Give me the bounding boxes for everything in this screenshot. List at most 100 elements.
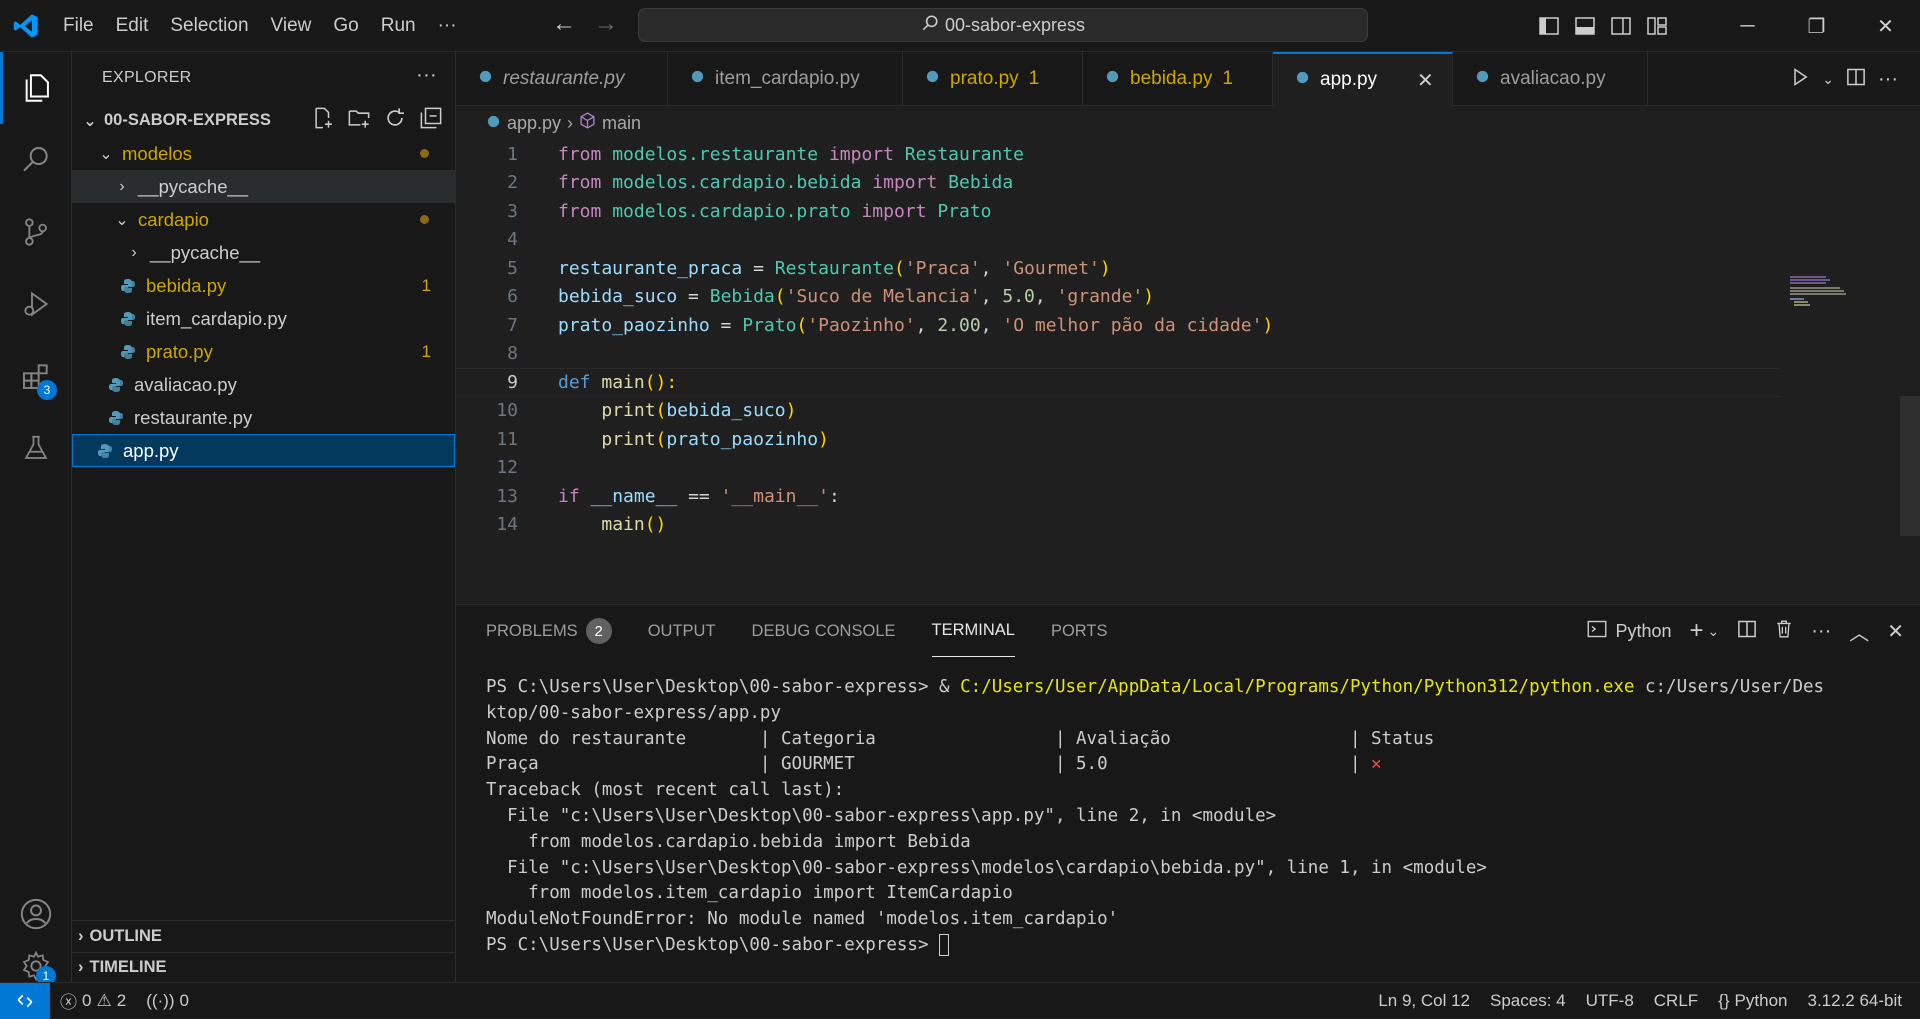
tab-restaurante[interactable]: restaurante.py	[456, 52, 668, 106]
more-actions-icon[interactable]: ···	[1811, 620, 1831, 643]
close-panel-icon[interactable]: ✕	[1887, 619, 1904, 644]
tab-output[interactable]: OUTPUT	[648, 605, 716, 657]
menu-more[interactable]: ···	[427, 0, 468, 51]
close-window-icon[interactable]: ✕	[1851, 0, 1920, 52]
terminal-shell-selector[interactable]: Python	[1587, 619, 1672, 644]
end-of-line[interactable]: CRLF	[1644, 991, 1708, 1011]
language-mode[interactable]: {} Python	[1708, 991, 1797, 1011]
problems-status[interactable]: ⓧ 0 ⚠ 2	[50, 988, 136, 1013]
terminal-prompt: PS C:\Users\User\Desktop\00-sabor-expres…	[486, 934, 940, 955]
testing-icon[interactable]	[0, 412, 72, 484]
back-arrow-icon[interactable]: ←	[552, 10, 576, 38]
tab-problems[interactable]: PROBLEMS 2	[486, 605, 612, 657]
python-interpreter[interactable]: 3.12.2 64-bit	[1797, 991, 1912, 1011]
timeline-section[interactable]: › TIMELINE	[72, 952, 455, 982]
toggle-secondary-sidebar-icon[interactable]	[1605, 0, 1637, 52]
tree-file-app[interactable]: app.py	[72, 434, 455, 467]
breadcrumb-file[interactable]: app.py	[507, 113, 561, 134]
tree-file-avaliacao[interactable]: avaliacao.py	[72, 368, 455, 401]
chevron-down-icon: ⌄	[83, 112, 97, 130]
tree-folder-pycache[interactable]: › __pycache__	[72, 170, 455, 203]
tree-folder-modelos[interactable]: ⌄ modelos	[72, 137, 455, 170]
breadcrumb-symbol[interactable]: main	[602, 113, 641, 134]
tree-file-bebida[interactable]: bebida.py 1	[72, 269, 455, 302]
line-number: 7	[507, 314, 518, 336]
tree-file-item-cardapio[interactable]: item_cardapio.py	[72, 302, 455, 335]
chevron-down-icon[interactable]: ⌄	[1708, 623, 1720, 640]
run-file-icon[interactable]	[1790, 67, 1810, 92]
toggle-primary-sidebar-icon[interactable]	[1533, 0, 1565, 52]
tab-avaliacao[interactable]: avaliacao.py	[1453, 52, 1648, 106]
paren: ()	[644, 514, 667, 536]
tree-label: item_cardapio.py	[146, 307, 287, 329]
python-file-icon	[486, 113, 501, 134]
trash-icon[interactable]	[1775, 619, 1793, 644]
new-file-icon[interactable]	[312, 107, 334, 134]
forward-arrow-icon[interactable]: →	[594, 10, 618, 38]
menu-edit[interactable]: Edit	[105, 0, 160, 51]
ports-status[interactable]: ((·)) 0	[136, 991, 199, 1011]
tree-folder-pycache-cardapio[interactable]: › __pycache__	[72, 236, 455, 269]
tree-file-restaurante[interactable]: restaurante.py	[72, 401, 455, 434]
tree-folder-cardapio[interactable]: ⌄ cardapio	[72, 203, 455, 236]
restore-window-icon[interactable]: ❐	[1782, 0, 1851, 52]
workspace-root[interactable]: ⌄ 00-SABOR-EXPRESS	[72, 104, 455, 137]
manage-gear-icon[interactable]: 1	[0, 950, 72, 986]
minimap[interactable]	[1790, 276, 1860, 306]
terminal-output[interactable]: PS C:\Users\User\Desktop\00-sabor-expres…	[486, 675, 1906, 959]
terminal-exe-path: C:/Users/User/AppData/Local/Programs/Pyt…	[960, 677, 1635, 697]
symbol-method-icon	[579, 112, 596, 134]
more-actions-icon[interactable]: ···	[1878, 68, 1898, 91]
menu-view[interactable]: View	[260, 0, 323, 51]
collapse-all-icon[interactable]	[420, 107, 442, 134]
tab-debug-console[interactable]: DEBUG CONSOLE	[752, 605, 896, 657]
shell-label: Python	[1615, 620, 1672, 641]
search-view-icon[interactable]	[0, 124, 72, 196]
outline-section[interactable]: › OUTLINE	[72, 920, 455, 952]
encoding[interactable]: UTF-8	[1576, 991, 1644, 1011]
paren: )	[1262, 314, 1274, 336]
run-dropdown-chevron-icon[interactable]: ⌄	[1822, 71, 1834, 88]
line-number: 8	[507, 343, 518, 365]
tree-label: __pycache__	[150, 241, 261, 263]
tab-ports[interactable]: PORTS	[1051, 605, 1108, 657]
tree-label: avaliacao.py	[134, 373, 237, 395]
python-file-icon	[108, 410, 130, 426]
run-and-debug-icon[interactable]	[0, 268, 72, 340]
menu-go[interactable]: Go	[322, 0, 369, 51]
split-terminal-icon[interactable]	[1737, 619, 1757, 644]
explorer-icon[interactable]	[0, 52, 72, 124]
menu-selection[interactable]: Selection	[159, 0, 259, 51]
tree-label: prato.py	[146, 340, 213, 362]
source-control-icon[interactable]	[0, 196, 72, 268]
minimize-window-icon[interactable]: ─	[1713, 0, 1782, 52]
refresh-icon[interactable]	[384, 107, 406, 134]
tab-app[interactable]: app.py ✕	[1273, 52, 1453, 106]
indentation[interactable]: Spaces: 4	[1480, 991, 1576, 1011]
close-tab-icon[interactable]: ✕	[1417, 68, 1434, 93]
cursor-position[interactable]: Ln 9, Col 12	[1368, 991, 1480, 1011]
tab-bebida[interactable]: bebida.py 1	[1083, 52, 1273, 106]
tab-label: DEBUG CONSOLE	[751, 621, 896, 640]
split-editor-icon[interactable]	[1846, 67, 1866, 92]
menu-run[interactable]: Run	[370, 0, 427, 51]
tab-problem-count: 1	[1222, 68, 1233, 89]
explorer-more-icon[interactable]: ···	[416, 64, 437, 87]
new-folder-icon[interactable]	[348, 107, 370, 134]
extensions-icon[interactable]: 3	[0, 340, 72, 412]
command-center-search[interactable]: 00-sabor-express	[638, 8, 1368, 42]
tab-terminal[interactable]: TERMINAL	[931, 605, 1015, 657]
tab-item-cardapio[interactable]: item_cardapio.py	[668, 52, 903, 106]
code-editor[interactable]: 1 from modelos.restaurante import Restau…	[456, 140, 1920, 604]
tree-file-prato[interactable]: prato.py 1	[72, 335, 455, 368]
editor-scrollbar[interactable]	[1900, 396, 1920, 536]
remote-indicator-icon[interactable]	[0, 982, 50, 1019]
customize-layout-icon[interactable]	[1641, 0, 1673, 52]
toggle-panel-icon[interactable]	[1569, 0, 1601, 52]
menu-file[interactable]: File	[52, 0, 105, 51]
maximize-panel-icon[interactable]: ︿	[1849, 617, 1869, 646]
new-terminal-icon[interactable]: +	[1690, 617, 1704, 645]
accounts-icon[interactable]	[0, 878, 72, 950]
tab-prato[interactable]: prato.py 1	[903, 52, 1083, 106]
